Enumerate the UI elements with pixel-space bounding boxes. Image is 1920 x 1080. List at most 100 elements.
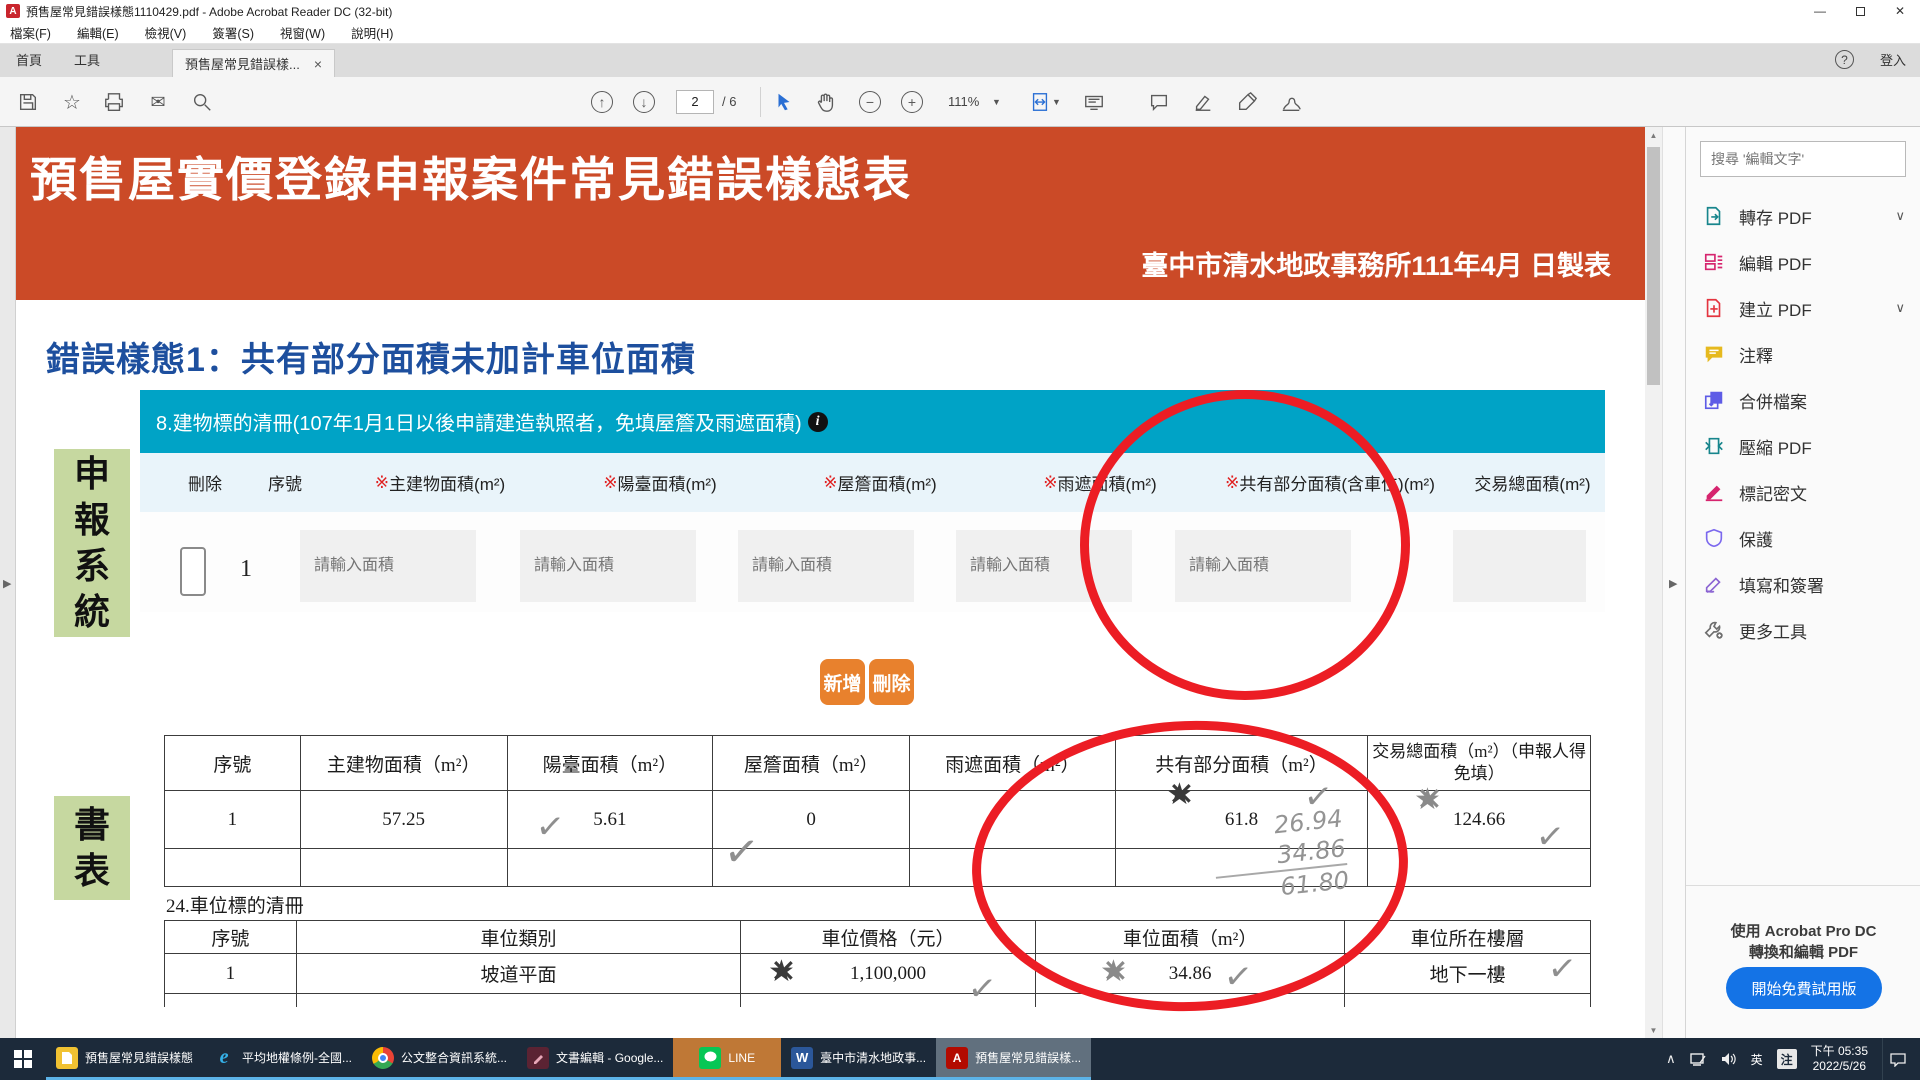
collapse-tools-pane-icon[interactable]: ▶ <box>1669 577 1677 590</box>
menu-help[interactable]: 說明(H) <box>351 23 393 42</box>
vertical-scrollbar[interactable]: ▲ ▼ <box>1645 127 1662 1038</box>
tool-more-tools[interactable]: 更多工具 <box>1686 607 1920 653</box>
tablet-input-icon[interactable] <box>1690 1052 1707 1067</box>
comment-icon[interactable] <box>1145 88 1173 116</box>
zoom-level-value[interactable]: 111% <box>948 94 979 109</box>
yellow-doc-icon <box>56 1047 78 1069</box>
start-button[interactable] <box>0 1038 46 1080</box>
tab-tools[interactable]: 工具 <box>58 43 116 77</box>
fit-width-icon[interactable] <box>1026 88 1054 116</box>
menu-view[interactable]: 檢視(V) <box>145 23 187 42</box>
tab-document[interactable]: 預售屋常見錯誤樣... × <box>172 49 335 77</box>
taskbar-app-folder[interactable]: 預售屋常見錯誤樣態 <box>46 1038 203 1080</box>
help-icon[interactable]: ? <box>1835 50 1854 69</box>
menu-sign[interactable]: 簽署(S) <box>212 23 254 42</box>
hidden-icons-chevron[interactable]: ∧ <box>1666 1051 1676 1067</box>
zoom-out-icon[interactable]: − <box>856 88 884 116</box>
hand-tool-icon[interactable] <box>812 88 840 116</box>
taskbar-app-chrome[interactable]: 公文整合資訊系統... <box>362 1038 517 1080</box>
tab-home[interactable]: 首頁 <box>0 43 58 77</box>
title-bar: A 預售屋常見錯誤樣態1110429.pdf - Adobe Acrobat R… <box>0 0 1920 22</box>
info-icon[interactable]: i <box>808 412 828 432</box>
action-center-icon[interactable] <box>1882 1038 1912 1080</box>
col-total-area: 交易總面積(m²) <box>1460 453 1605 512</box>
row-checkbox[interactable] <box>180 547 206 596</box>
close-button[interactable]: ✕ <box>1880 0 1920 22</box>
chevron-down-icon[interactable]: ∨ <box>1895 300 1905 316</box>
expand-nav-pane-icon[interactable]: ▶ <box>3 577 11 590</box>
scrollbar-thumb[interactable] <box>1647 147 1660 385</box>
menu-window[interactable]: 視窗(W) <box>280 23 325 42</box>
tools-sidebar: 轉存 PDF ∨ 編輯 PDF 建立 PDF ∨ 注釋 合併檔案 壓縮 PDF … <box>1685 127 1920 1038</box>
promo-line2: 轉換和編輯 PDF <box>1686 941 1920 962</box>
menu-edit[interactable]: 編輯(E) <box>77 23 119 42</box>
paper-table2-row: 1 坡道平面 1,100,000 34.86 地下一樓 <box>164 954 1591 994</box>
tab-document-label: 預售屋常見錯誤樣... <box>185 54 300 73</box>
col-delete: 刪除 <box>170 453 240 512</box>
pdf-title: 預售屋實價登錄申報案件常見錯誤樣態表 <box>30 141 912 210</box>
star-icon[interactable]: ☆ <box>58 88 86 116</box>
sign-in-link[interactable]: 登入 <box>1880 50 1906 69</box>
input-total-area[interactable] <box>1453 530 1586 602</box>
select-cursor-icon[interactable] <box>770 88 798 116</box>
add-button[interactable]: 新增 <box>820 659 865 705</box>
scroll-up-icon[interactable]: ▲ <box>1645 127 1662 143</box>
free-trial-button[interactable]: 開始免費試用版 <box>1726 967 1882 1009</box>
zoom-in-icon[interactable]: + <box>898 88 926 116</box>
minimize-button[interactable]: — <box>1800 0 1840 22</box>
tool-compress-pdf[interactable]: 壓縮 PDF <box>1686 423 1920 469</box>
input-balcony-area[interactable] <box>520 530 696 602</box>
pdf-page: 預售屋實價登錄申報案件常見錯誤樣態表 臺中市清水地政事務所111年4月 日製表 … <box>16 127 1645 1038</box>
tool-fill-sign[interactable]: 填寫和簽署 <box>1686 561 1920 607</box>
scroll-down-icon[interactable]: ▼ <box>1645 1022 1662 1038</box>
tool-comment[interactable]: 注釋 <box>1686 331 1920 377</box>
mail-icon[interactable]: ✉ <box>144 88 172 116</box>
restore-button[interactable] <box>1840 0 1880 22</box>
input-main-area[interactable] <box>300 530 476 602</box>
tool-create-pdf[interactable]: 建立 PDF ∨ <box>1686 285 1920 331</box>
chrome-icon <box>372 1047 394 1069</box>
page-number-input[interactable]: 2 <box>676 90 714 114</box>
taskbar-clock[interactable]: 下午 05:35 2022/5/26 <box>1811 1044 1868 1074</box>
chevron-down-icon[interactable]: ∨ <box>1895 208 1905 224</box>
speaker-icon[interactable] <box>1721 1052 1737 1066</box>
checkmark-price: ✓ <box>966 968 999 1011</box>
save-icon[interactable] <box>14 88 42 116</box>
tools-search-input[interactable] <box>1700 141 1906 177</box>
tool-edit-pdf[interactable]: 編輯 PDF <box>1686 239 1920 285</box>
tool-export-pdf[interactable]: 轉存 PDF ∨ <box>1686 193 1920 239</box>
tool-redact[interactable]: 標記密文 <box>1686 469 1920 515</box>
search-icon[interactable] <box>188 88 216 116</box>
delete-button[interactable]: 刪除 <box>869 659 914 705</box>
reading-mode-icon[interactable] <box>1080 88 1108 116</box>
print-icon[interactable] <box>100 88 128 116</box>
paper-table1-header: 序號 主建物面積（m²） 陽臺面積（m²） 屋簷面積（m²） 雨遮面積（m²） … <box>164 735 1591 791</box>
document-area: ▶ 預售屋實價登錄申報案件常見錯誤樣態表 臺中市清水地政事務所111年4月 日製… <box>0 127 1685 1038</box>
stamp-tool-icon[interactable] <box>1277 88 1305 116</box>
taskbar-app-acrobat[interactable]: A 預售屋常見錯誤樣... <box>936 1038 1091 1080</box>
language-indicator[interactable]: 英 <box>1751 1051 1763 1068</box>
taskbar-app-line[interactable]: LINE <box>673 1038 781 1080</box>
fit-caret-icon[interactable]: ▼ <box>1052 97 1061 107</box>
ime-mode-icon[interactable]: 注 <box>1777 1049 1797 1069</box>
nav-pane-strip: ▶ <box>0 127 16 1038</box>
taskbar-app-word[interactable]: W 臺中市清水地政事... <box>781 1038 936 1080</box>
combine-files-icon <box>1702 388 1726 412</box>
ie-icon: e <box>213 1047 235 1069</box>
create-pdf-icon <box>1702 296 1726 320</box>
taskbar-app-docs[interactable]: 文書編輯 - Google... <box>517 1038 673 1080</box>
system-tray: ∧ 英 注 下午 05:35 2022/5/26 <box>1666 1038 1920 1080</box>
crossed-star-124-66: ★✕ <box>1414 782 1450 818</box>
next-page-icon[interactable]: ↓ <box>630 88 658 116</box>
input-eaves-area[interactable] <box>738 530 914 602</box>
tool-combine-files[interactable]: 合併檔案 <box>1686 377 1920 423</box>
zoom-caret-icon[interactable]: ▼ <box>992 97 1001 107</box>
fill-sign-pen-icon[interactable] <box>1233 88 1261 116</box>
taskbar-app-ie[interactable]: e 平均地權條例-全國... <box>203 1038 362 1080</box>
col-balcony-area: ※陽臺面積(m²) <box>550 453 770 512</box>
tab-close-icon[interactable]: × <box>314 56 322 72</box>
menu-file[interactable]: 檔案(F) <box>10 23 51 42</box>
highlight-icon[interactable] <box>1189 88 1217 116</box>
tool-protect[interactable]: 保護 <box>1686 515 1920 561</box>
previous-page-icon[interactable]: ↑ <box>588 88 616 116</box>
